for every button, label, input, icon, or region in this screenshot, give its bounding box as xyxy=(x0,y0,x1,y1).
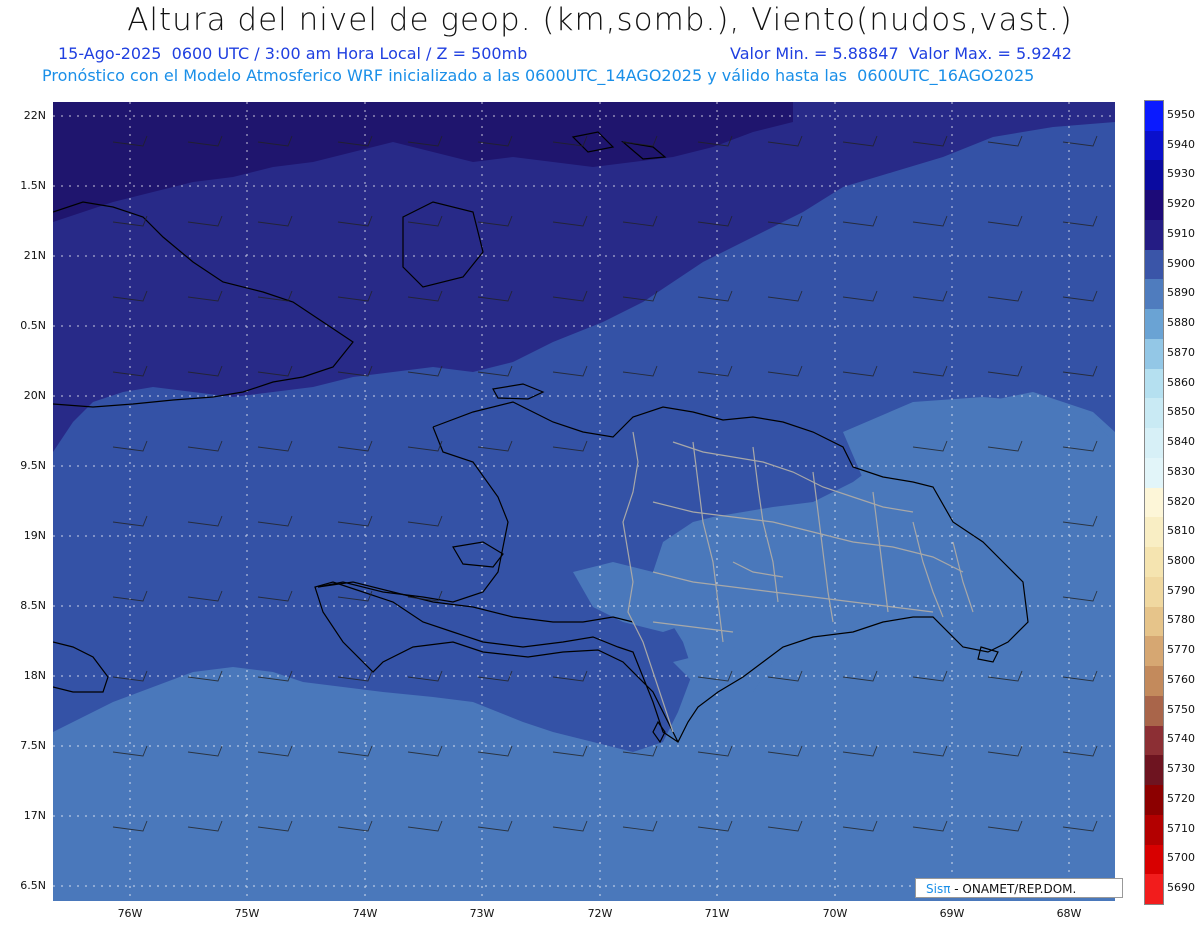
color-bar-segment xyxy=(1145,101,1163,132)
color-bar-segment xyxy=(1145,725,1163,756)
x-label: 69W xyxy=(939,907,965,920)
credit-box: Sisπ - ONAMET/REP.DOM. xyxy=(915,878,1123,898)
color-bar-label: 5760 xyxy=(1167,672,1195,686)
map-title: Altura del nivel de geop. (km,somb.), Vi… xyxy=(127,2,1073,38)
color-bar xyxy=(1144,100,1164,905)
color-bar-label: 5890 xyxy=(1167,286,1195,300)
x-label: 72W xyxy=(587,907,613,920)
color-bar-segment xyxy=(1145,844,1163,875)
color-bar-label: 5730 xyxy=(1167,762,1195,776)
y-label: 9.5N xyxy=(20,459,46,472)
color-bar-label: 5800 xyxy=(1167,553,1195,567)
geopotential-map xyxy=(53,102,1115,901)
y-label: 22N xyxy=(23,109,46,122)
sis-logo: Sisπ xyxy=(926,882,951,896)
color-bar-segment xyxy=(1145,814,1163,845)
color-bar-segment xyxy=(1145,219,1163,251)
color-bar-label: 5790 xyxy=(1167,583,1195,597)
color-bar-label: 5840 xyxy=(1167,435,1195,449)
x-label: 68W xyxy=(1056,907,1082,920)
color-bar-segment xyxy=(1145,755,1163,786)
y-label: 7.5N xyxy=(20,739,46,752)
model-info-line: Pronóstico con el Modelo Atmosferico WRF… xyxy=(42,66,1035,85)
x-label: 76W xyxy=(117,907,143,920)
min-max-values: Valor Min. = 5.88847 Valor Max. = 5.9242 xyxy=(730,44,1072,63)
color-bar-label: 5700 xyxy=(1167,851,1195,865)
color-bar-segment xyxy=(1145,785,1163,816)
color-bar-segment xyxy=(1145,636,1163,667)
color-bar-label: 5830 xyxy=(1167,464,1195,478)
color-bar-label: 5770 xyxy=(1167,643,1195,657)
y-label: 17N xyxy=(23,809,46,822)
color-bar-label: 5810 xyxy=(1167,524,1195,538)
x-label: 71W xyxy=(704,907,730,920)
x-label: 70W xyxy=(822,907,848,920)
valid-time-line: 15-Ago-2025 0600 UTC / 3:00 am Hora Loca… xyxy=(58,44,528,63)
color-bar-label: 5910 xyxy=(1167,226,1195,240)
color-bar-label: 5880 xyxy=(1167,316,1195,330)
color-bar-segment xyxy=(1145,874,1163,905)
color-bar-segment xyxy=(1145,368,1163,399)
y-label: 20N xyxy=(23,389,46,402)
y-label: 0.5N xyxy=(20,319,46,332)
color-bar-segment xyxy=(1145,487,1163,518)
y-label: 1.5N xyxy=(20,179,46,192)
color-bar-segment xyxy=(1145,338,1163,370)
color-bar-segment xyxy=(1145,190,1163,221)
color-bar-label: 5940 xyxy=(1167,137,1195,151)
color-bar-label: 5900 xyxy=(1167,256,1195,270)
color-bar-label: 5920 xyxy=(1167,197,1195,211)
color-bar-segment xyxy=(1145,666,1163,697)
color-bar-label: 5740 xyxy=(1167,732,1195,746)
x-label: 75W xyxy=(234,907,260,920)
color-bar-segment xyxy=(1145,517,1163,548)
y-label: 18N xyxy=(23,669,46,682)
color-bar-segment xyxy=(1145,249,1163,280)
color-bar-segment xyxy=(1145,457,1163,489)
y-label: 19N xyxy=(23,529,46,542)
x-label: 73W xyxy=(469,907,495,920)
color-bar-segment xyxy=(1145,398,1163,429)
color-bar-label: 5950 xyxy=(1167,107,1195,121)
color-bar-segment xyxy=(1145,160,1163,191)
color-bar-segment xyxy=(1145,130,1163,161)
x-label: 74W xyxy=(352,907,378,920)
color-bar-segment xyxy=(1145,695,1163,727)
y-label: 6.5N xyxy=(20,879,46,892)
credit-text: - ONAMET/REP.DOM. xyxy=(954,882,1077,896)
color-bar-label: 5720 xyxy=(1167,791,1195,805)
color-bar-segment xyxy=(1145,428,1163,459)
color-bar-label: 5710 xyxy=(1167,821,1195,835)
y-label: 8.5N xyxy=(20,599,46,612)
color-bar-label: 5820 xyxy=(1167,494,1195,508)
color-bar-segment xyxy=(1145,309,1163,340)
color-bar-label: 5930 xyxy=(1167,167,1195,181)
color-bar-label: 5690 xyxy=(1167,881,1195,895)
y-label: 21N xyxy=(23,249,46,262)
color-bar-segment xyxy=(1145,279,1163,310)
color-bar-label: 5850 xyxy=(1167,405,1195,419)
color-bar-segment xyxy=(1145,547,1163,578)
color-bar-segment xyxy=(1145,576,1163,608)
color-bar-segment xyxy=(1145,606,1163,637)
color-bar-label: 5870 xyxy=(1167,345,1195,359)
color-bar-label: 5780 xyxy=(1167,613,1195,627)
color-bar-label: 5750 xyxy=(1167,702,1195,716)
color-bar-label: 5860 xyxy=(1167,375,1195,389)
